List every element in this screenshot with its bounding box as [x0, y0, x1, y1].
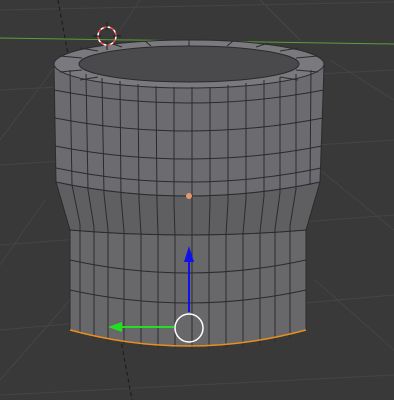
3d-viewport[interactable] — [0, 0, 394, 400]
viewport-canvas[interactable] — [0, 0, 394, 400]
rim-inner-hole — [78, 45, 300, 83]
object-origin-dot[interactable] — [186, 193, 192, 199]
